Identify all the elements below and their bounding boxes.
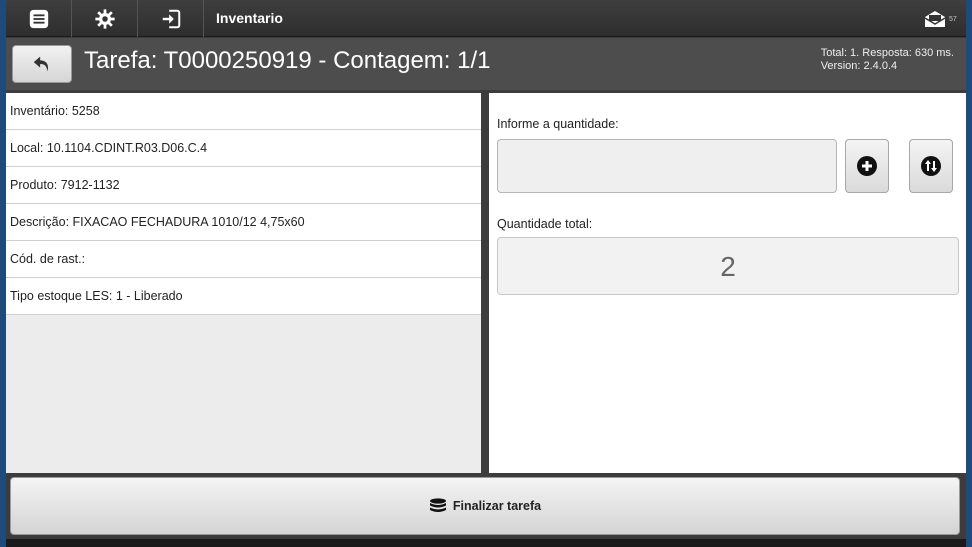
plus-circle-icon (857, 156, 877, 176)
detail-row-tracking-code: Cód. de rast.: (6, 241, 481, 278)
back-arrow-icon (33, 56, 49, 72)
finish-task-label: Finalizar tarefa (452, 499, 542, 513)
detail-row-product: Produto: 7912-1132 (6, 167, 481, 204)
app-window: Inventario 57 Tarefa: T0000250919 - Cont… (6, 0, 966, 547)
total-quantity-value: 2 (497, 237, 959, 295)
app-title: Inventario (216, 10, 283, 26)
detail-row-stock-type: Tipo estoque LES: 1 - Liberado (6, 278, 481, 315)
finish-task-button[interactable]: Finalizar tarefa (10, 477, 960, 535)
swap-circle-icon (921, 156, 941, 176)
title-bar: Tarefa: T0000250919 - Contagem: 1/1 Tota… (6, 38, 966, 90)
bottom-strip (6, 539, 966, 547)
total-quantity-label: Quantidade total: (497, 217, 593, 231)
menu-icon (29, 9, 48, 28)
status-info: Total: 1. Resposta: 630 ms. Version: 2.4… (821, 47, 954, 73)
swap-quantity-button[interactable] (909, 139, 953, 193)
gear-icon (94, 8, 115, 29)
status-response: Total: 1. Resposta: 630 ms. (820, 47, 954, 59)
detail-row-location: Local: 10.1104.CDINT.R03.D06.C.4 (6, 130, 481, 167)
status-version: Version: 2.4.0.4 (820, 60, 898, 72)
quantity-label: Informe a quantidade: (497, 117, 619, 131)
mail-icon (924, 11, 946, 27)
login-button[interactable] (138, 0, 204, 37)
top-toolbar: Inventario 57 (6, 0, 966, 37)
quantity-panel: Informe a quantidade: Quantidade total: … (489, 93, 966, 473)
settings-button[interactable] (72, 0, 138, 37)
messages-button[interactable]: 57 (924, 7, 960, 31)
back-button[interactable] (12, 45, 72, 83)
add-quantity-button[interactable] (845, 139, 889, 193)
login-icon (162, 9, 180, 28)
quantity-input[interactable] (497, 139, 837, 193)
menu-button[interactable] (6, 0, 72, 37)
bottom-bar: Finalizar tarefa (6, 473, 966, 547)
detail-row-description: Descrição: FIXACAO FECHADURA 1010/12 4,7… (6, 204, 481, 241)
page-title: Tarefa: T0000250919 - Contagem: 1/1 (84, 47, 491, 74)
details-panel: Inventário: 5258 Local: 10.1104.CDINT.R0… (6, 93, 485, 473)
detail-row-inventory: Inventário: 5258 (6, 93, 481, 130)
message-count: 57 (949, 15, 957, 23)
database-icon (429, 498, 446, 512)
